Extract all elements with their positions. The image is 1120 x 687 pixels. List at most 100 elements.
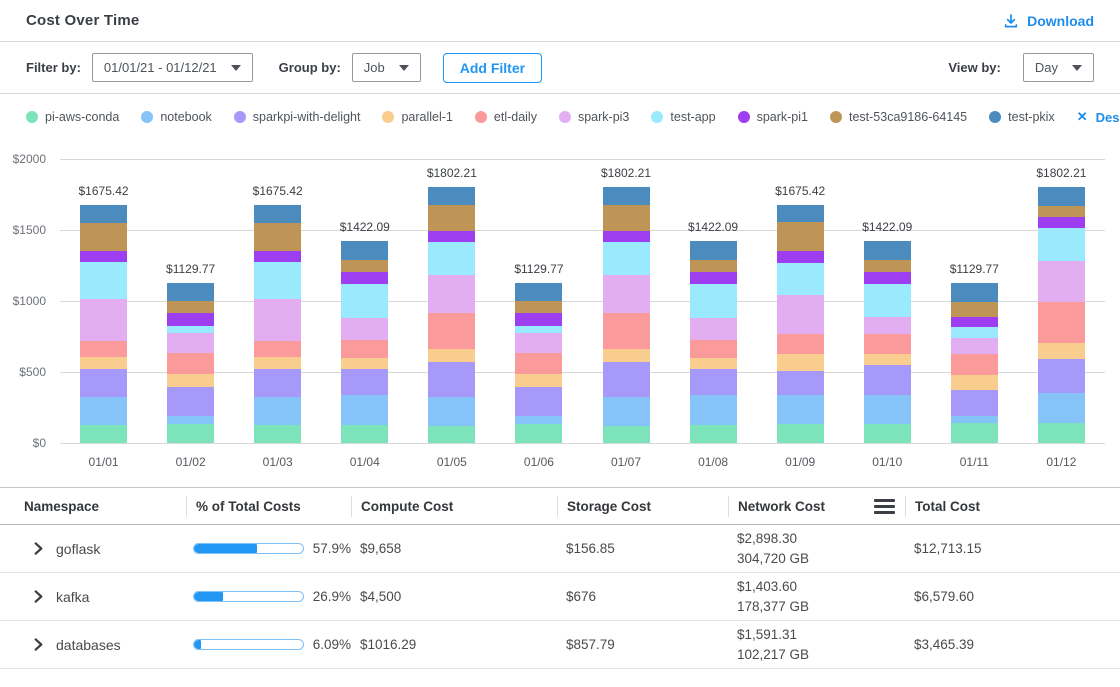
bar-segment-spark-pi1[interactable] [951,317,998,328]
bar-segment-etl-daily[interactable] [254,341,301,358]
bar-segment-parallel-1[interactable] [341,358,388,369]
bar-segment-notebook[interactable] [777,395,824,424]
bar-01/10[interactable] [864,241,911,443]
bar-segment-etl-daily[interactable] [167,353,214,374]
bar-01/02[interactable] [167,283,214,443]
bar-segment-test-app[interactable] [515,326,562,333]
chevron-right-icon[interactable] [33,590,44,603]
bar-segment-pi-aws-conda[interactable] [951,423,998,443]
bar-segment-etl-daily[interactable] [341,340,388,358]
bar-segment-test-53ca9186-64145[interactable] [341,260,388,272]
bar-segment-spark-pi1[interactable] [167,313,214,326]
bar-segment-notebook[interactable] [864,395,911,424]
download-button[interactable]: Download [1003,13,1094,29]
bar-segment-pi-aws-conda[interactable] [428,426,475,443]
bar-segment-test-53ca9186-64145[interactable] [864,260,911,272]
bar-segment-parallel-1[interactable] [777,354,824,371]
bar-01/01[interactable] [80,205,127,443]
bar-segment-sparkpi-with-delight[interactable] [167,387,214,416]
bar-segment-test-pkix[interactable] [428,187,475,205]
bar-segment-test-app[interactable] [1038,228,1085,261]
bar-segment-test-53ca9186-64145[interactable] [777,222,824,251]
bar-segment-spark-pi1[interactable] [603,231,650,242]
bar-segment-test-53ca9186-64145[interactable] [515,301,562,314]
bar-segment-test-app[interactable] [690,284,737,318]
bar-segment-notebook[interactable] [167,416,214,424]
bar-segment-pi-aws-conda[interactable] [341,425,388,443]
bar-segment-spark-pi1[interactable] [864,272,911,284]
bar-segment-etl-daily[interactable] [777,334,824,354]
bar-segment-spark-pi3[interactable] [254,299,301,341]
bar-segment-etl-daily[interactable] [603,313,650,349]
bar-segment-test-53ca9186-64145[interactable] [428,205,475,231]
bar-segment-pi-aws-conda[interactable] [80,425,127,443]
bar-segment-test-app[interactable] [864,284,911,317]
bar-segment-test-app[interactable] [777,263,824,295]
bar-segment-test-app[interactable] [603,242,650,275]
bar-segment-spark-pi1[interactable] [1038,217,1085,228]
bar-segment-test-app[interactable] [254,262,301,299]
bar-segment-pi-aws-conda[interactable] [864,424,911,443]
bar-segment-etl-daily[interactable] [864,334,911,354]
bar-segment-sparkpi-with-delight[interactable] [777,371,824,395]
bar-segment-pi-aws-conda[interactable] [167,424,214,443]
bar-segment-test-app[interactable] [80,262,127,299]
bar-01/09[interactable] [777,205,824,443]
bar-segment-sparkpi-with-delight[interactable] [951,390,998,417]
bar-segment-etl-daily[interactable] [515,353,562,374]
bar-segment-sparkpi-with-delight[interactable] [254,369,301,397]
bar-segment-notebook[interactable] [254,397,301,425]
bar-segment-notebook[interactable] [603,397,650,426]
bar-segment-spark-pi3[interactable] [951,338,998,354]
legend-item-sparkpi-with-delight[interactable]: sparkpi-with-delight [234,110,361,124]
bar-segment-sparkpi-with-delight[interactable] [1038,359,1085,393]
bar-segment-etl-daily[interactable] [428,313,475,349]
legend-item-notebook[interactable]: notebook [141,110,211,124]
bar-segment-sparkpi-with-delight[interactable] [515,387,562,416]
bar-segment-test-pkix[interactable] [777,205,824,222]
legend-item-parallel-1[interactable]: parallel-1 [382,110,452,124]
bar-segment-spark-pi3[interactable] [167,333,214,353]
bar-segment-spark-pi3[interactable] [80,299,127,341]
legend-item-spark-pi1[interactable]: spark-pi1 [738,110,808,124]
bar-segment-notebook[interactable] [80,397,127,425]
bar-segment-spark-pi3[interactable] [603,275,650,313]
bar-01/05[interactable] [428,187,475,443]
bar-segment-notebook[interactable] [341,395,388,425]
chevron-right-icon[interactable] [33,542,44,555]
bar-segment-test-pkix[interactable] [864,241,911,260]
bar-segment-test-pkix[interactable] [254,205,301,223]
hamburger-icon[interactable] [874,499,895,514]
bar-segment-parallel-1[interactable] [690,358,737,369]
bar-segment-pi-aws-conda[interactable] [690,425,737,443]
bar-segment-test-pkix[interactable] [603,187,650,205]
date-range-select[interactable]: 01/01/21 - 01/12/21 [92,53,253,82]
bar-segment-test-53ca9186-64145[interactable] [1038,206,1085,217]
bar-segment-pi-aws-conda[interactable] [603,426,650,443]
bar-segment-spark-pi1[interactable] [690,272,737,284]
bar-segment-test-53ca9186-64145[interactable] [951,302,998,316]
bar-segment-test-pkix[interactable] [515,283,562,301]
bar-segment-sparkpi-with-delight[interactable] [603,362,650,396]
view-by-select[interactable]: Day [1023,53,1094,82]
bar-segment-test-53ca9186-64145[interactable] [603,205,650,231]
bar-01/12[interactable] [1038,187,1085,443]
bar-segment-test-app[interactable] [428,242,475,275]
bar-segment-etl-daily[interactable] [80,341,127,358]
bar-segment-pi-aws-conda[interactable] [515,424,562,443]
bar-segment-etl-daily[interactable] [690,340,737,358]
bar-segment-test-app[interactable] [951,327,998,338]
bar-segment-test-pkix[interactable] [690,241,737,260]
bar-segment-test-app[interactable] [167,326,214,333]
bar-segment-sparkpi-with-delight[interactable] [428,362,475,396]
bar-segment-pi-aws-conda[interactable] [777,424,824,443]
bar-segment-test-pkix[interactable] [1038,187,1085,206]
legend-item-test-53ca9186-64145[interactable]: test-53ca9186-64145 [830,110,967,124]
bar-segment-sparkpi-with-delight[interactable] [690,369,737,395]
bar-segment-parallel-1[interactable] [80,357,127,368]
bar-segment-test-53ca9186-64145[interactable] [254,223,301,252]
bar-01/11[interactable] [951,283,998,443]
legend-item-etl-daily[interactable]: etl-daily [475,110,537,124]
bar-segment-spark-pi3[interactable] [690,318,737,341]
legend-item-pi-aws-conda[interactable]: pi-aws-conda [26,110,119,124]
